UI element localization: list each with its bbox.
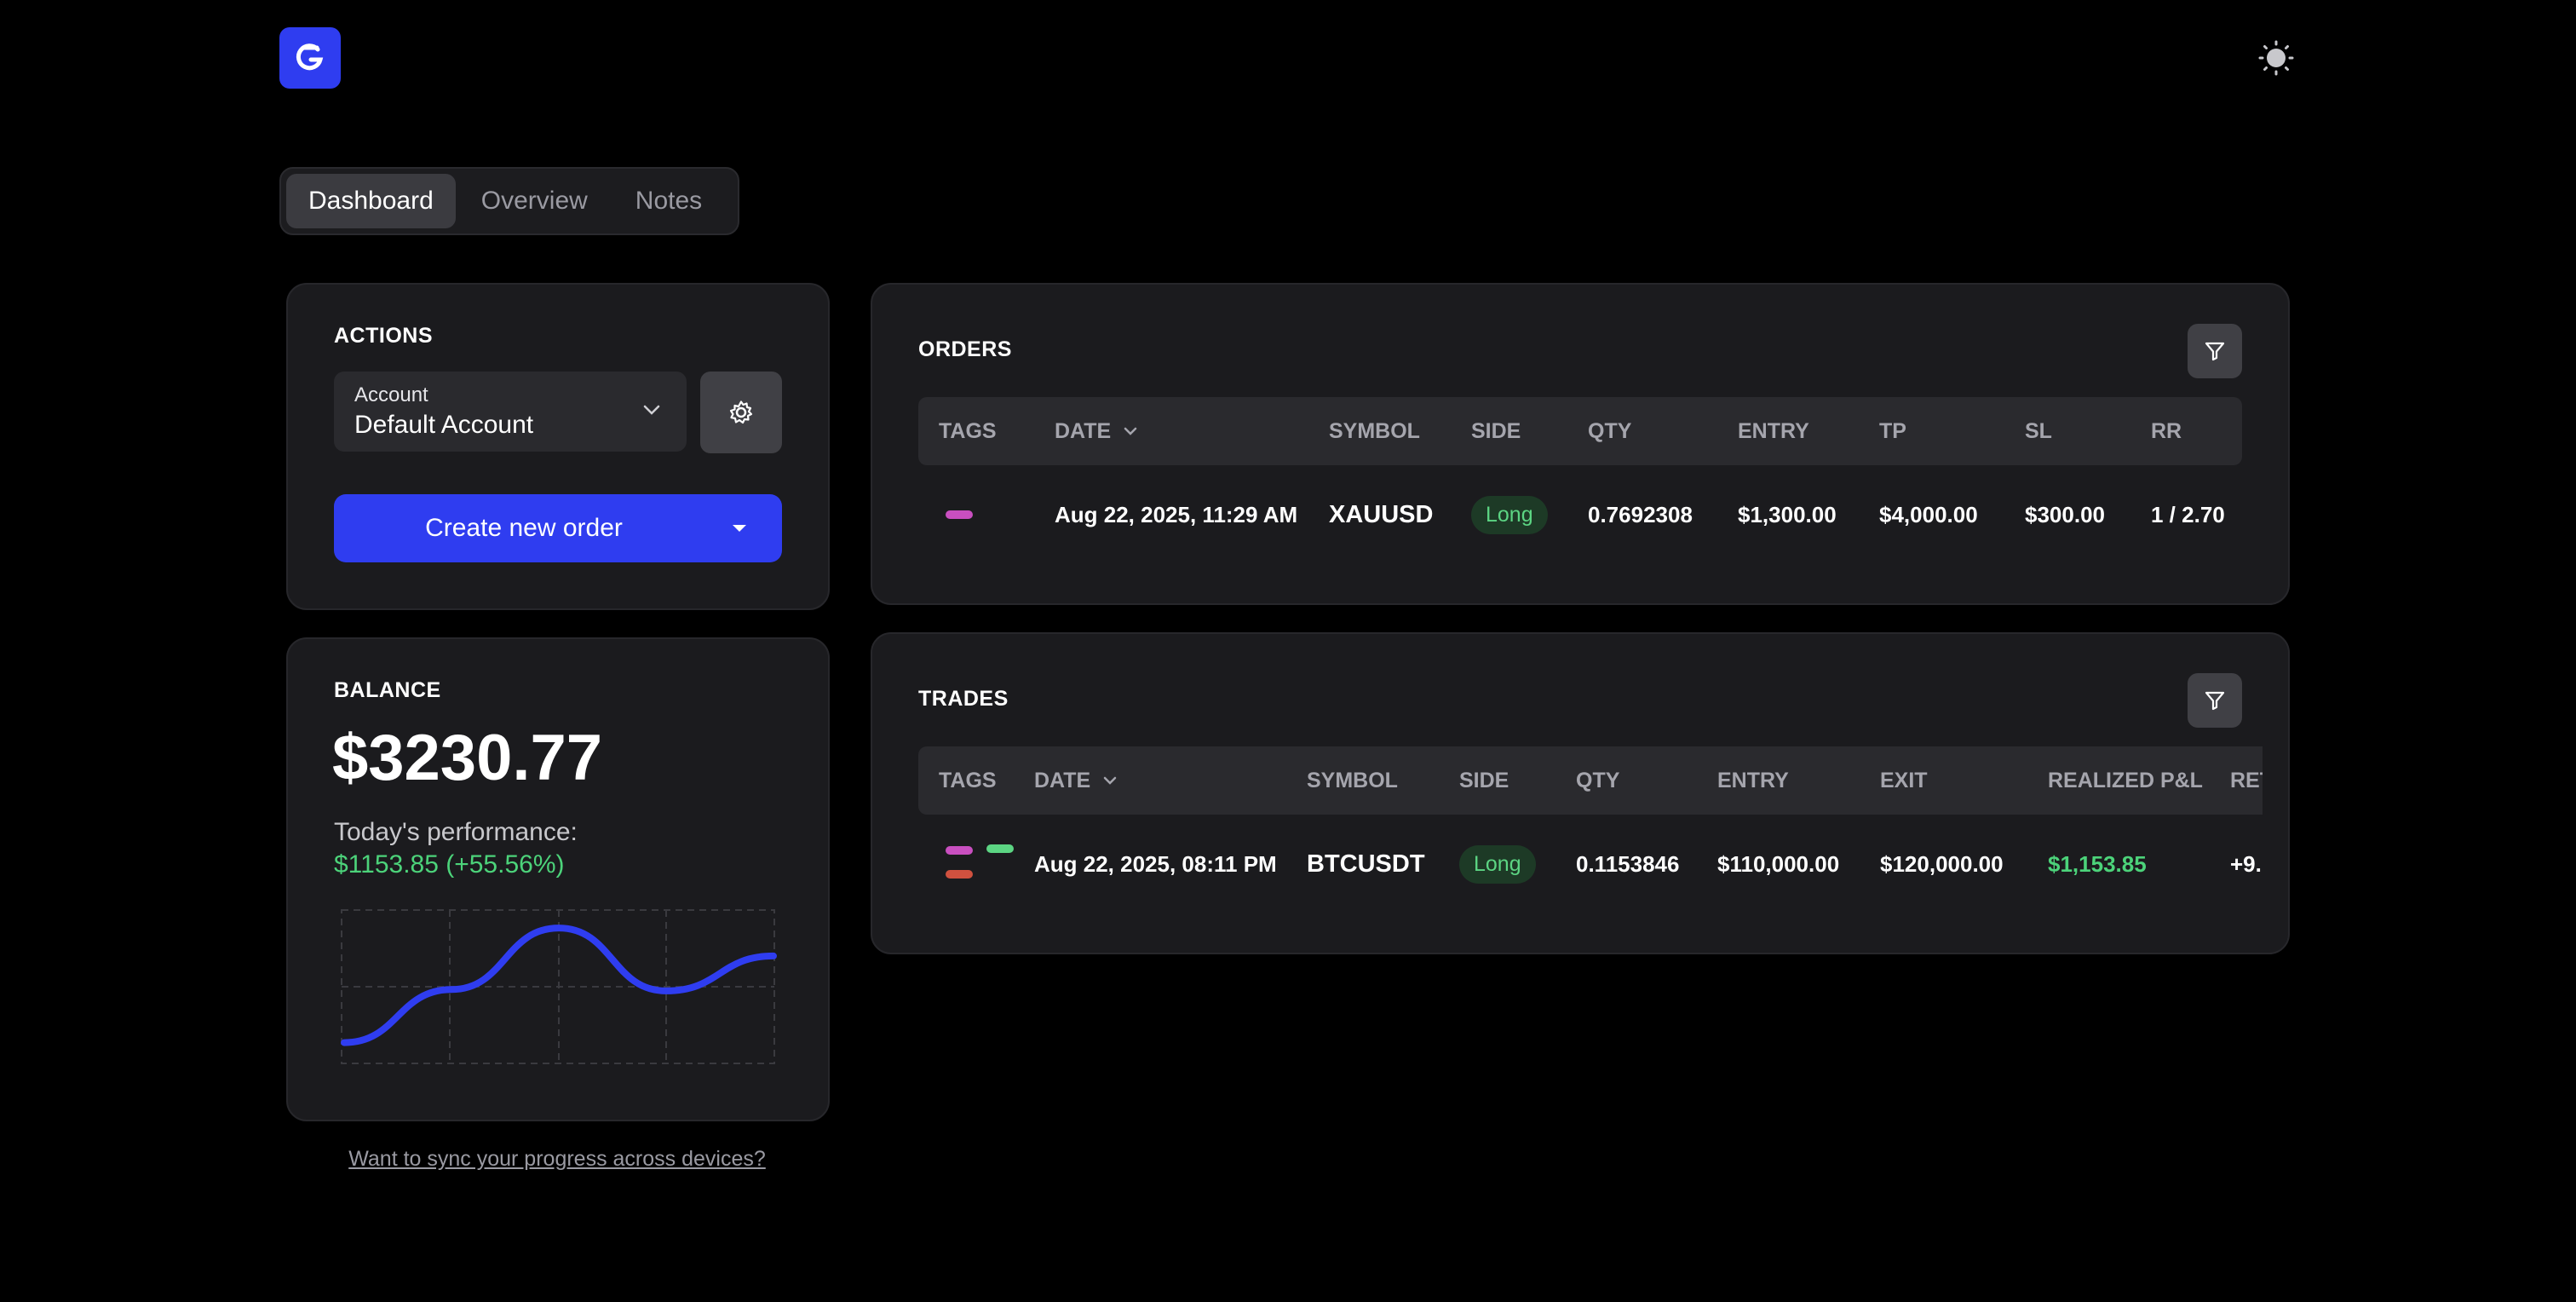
actions-title: ACTIONS [334,324,433,348]
theme-toggle-button[interactable] [2257,39,2295,77]
order-entry: $1,300.00 [1738,501,1837,527]
trades-col-qty: QTY [1576,768,1620,792]
trade-exit: $120,000.00 [1880,850,2004,877]
order-symbol: XAUUSD [1329,500,1434,528]
orders-col-sl: SL [2025,418,2052,443]
trade-entry: $110,000.00 [1717,850,1840,877]
orders-col-rr: RR [2151,418,2182,443]
trades-col-return: RET [2230,768,2263,792]
trades-title: TRADES [918,687,1009,711]
orders-col-tp: TP [1879,418,1906,443]
trades-col-exit: EXIT [1880,768,1928,792]
chevron-down-icon [1103,776,1117,785]
trades-col-tags: TAGS [939,768,997,792]
tag-marker [946,510,973,519]
side-badge: Long [1459,844,1536,884]
tag-marker [986,844,1014,853]
create-order-label: Create new order [425,514,623,542]
order-side: Long [1471,489,1548,540]
account-settings-button[interactable] [700,372,782,453]
performance-value: $1153.85 (+55.56%) [334,850,565,879]
tag-marker [946,846,973,855]
order-sl: $300.00 [2025,501,2105,527]
balance-title: BALANCE [334,678,441,702]
account-value: Default Account [354,411,534,439]
orders-col-entry: ENTRY [1738,418,1809,443]
trades-col-pnl: REALIZED P&L [2048,768,2203,792]
orders-col-symbol: SYMBOL [1329,418,1420,443]
caret-down-icon [733,525,746,532]
orders-col-date[interactable]: DATE [1055,397,1138,465]
account-label: Account [354,383,428,406]
trades-table-viewport[interactable]: TAGS DATE SYMBOL SIDE QTY ENTRY EXIT REA… [918,746,2263,900]
trade-side: Long [1459,838,1536,890]
balance-value: $3230.77 [332,722,602,794]
gear-icon [729,400,753,424]
trades-table-header: TAGS DATE SYMBOL SIDE QTY ENTRY EXIT REA… [918,746,2263,815]
orders-col-qty: QTY [1588,418,1632,443]
sun-icon [2258,40,2294,76]
chevron-down-icon [1124,427,1137,435]
trade-return: +9. [2230,850,2262,877]
performance-label: Today's performance: [334,818,578,846]
chevron-down-icon [643,405,660,415]
filter-icon [2205,691,2225,711]
trades-col-entry: ENTRY [1717,768,1789,792]
order-qty: 0.7692308 [1588,501,1693,527]
side-badge: Long [1471,495,1548,534]
sparkline-grid [341,909,775,1064]
trades-col-symbol: SYMBOL [1307,768,1398,792]
tab-bar: Dashboard Overview Notes [279,167,739,235]
trade-date: Aug 22, 2025, 08:11 PM [1034,850,1277,877]
account-select[interactable]: Account Default Account [334,372,687,452]
table-row[interactable]: Aug 22, 2025, 11:29 AM XAUUSD Long 0.769… [918,489,2242,540]
table-row[interactable]: Aug 22, 2025, 08:11 PM BTCUSDT Long 0.11… [918,838,2263,890]
trades-col-date-label: DATE [1034,768,1091,792]
order-tp: $4,000.00 [1879,501,1978,527]
app-logo-icon [296,43,324,71]
orders-col-date-label: DATE [1055,418,1112,443]
orders-col-side: SIDE [1471,418,1521,443]
app-logo[interactable] [279,27,341,89]
orders-col-tags: TAGS [939,418,997,443]
balance-sparkline [341,909,777,1064]
trade-qty: 0.1153846 [1576,850,1680,877]
tag-marker [946,870,973,879]
orders-filter-button[interactable] [2188,324,2242,378]
tab-overview[interactable]: Overview [459,174,610,228]
trades-col-side: SIDE [1459,768,1509,792]
trade-symbol: BTCUSDT [1307,850,1425,878]
order-date: Aug 22, 2025, 11:29 AM [1055,501,1298,527]
orders-table-header: TAGS DATE SYMBOL SIDE QTY ENTRY TP SL RR [918,397,2242,465]
create-order-dropdown[interactable] [714,523,765,533]
tab-dashboard[interactable]: Dashboard [286,174,456,228]
trades-filter-button[interactable] [2188,673,2242,728]
trade-realized-pnl: $1,153.85 [2048,850,2147,877]
trades-col-date[interactable]: DATE [1034,746,1118,815]
tab-notes[interactable]: Notes [613,174,724,228]
create-order-button[interactable]: Create new order [334,494,782,562]
order-rr: 1 / 2.70 [2151,501,2225,527]
orders-title: ORDERS [918,337,1012,361]
filter-icon [2205,342,2225,361]
sync-progress-link[interactable]: Want to sync your progress across device… [279,1147,835,1172]
